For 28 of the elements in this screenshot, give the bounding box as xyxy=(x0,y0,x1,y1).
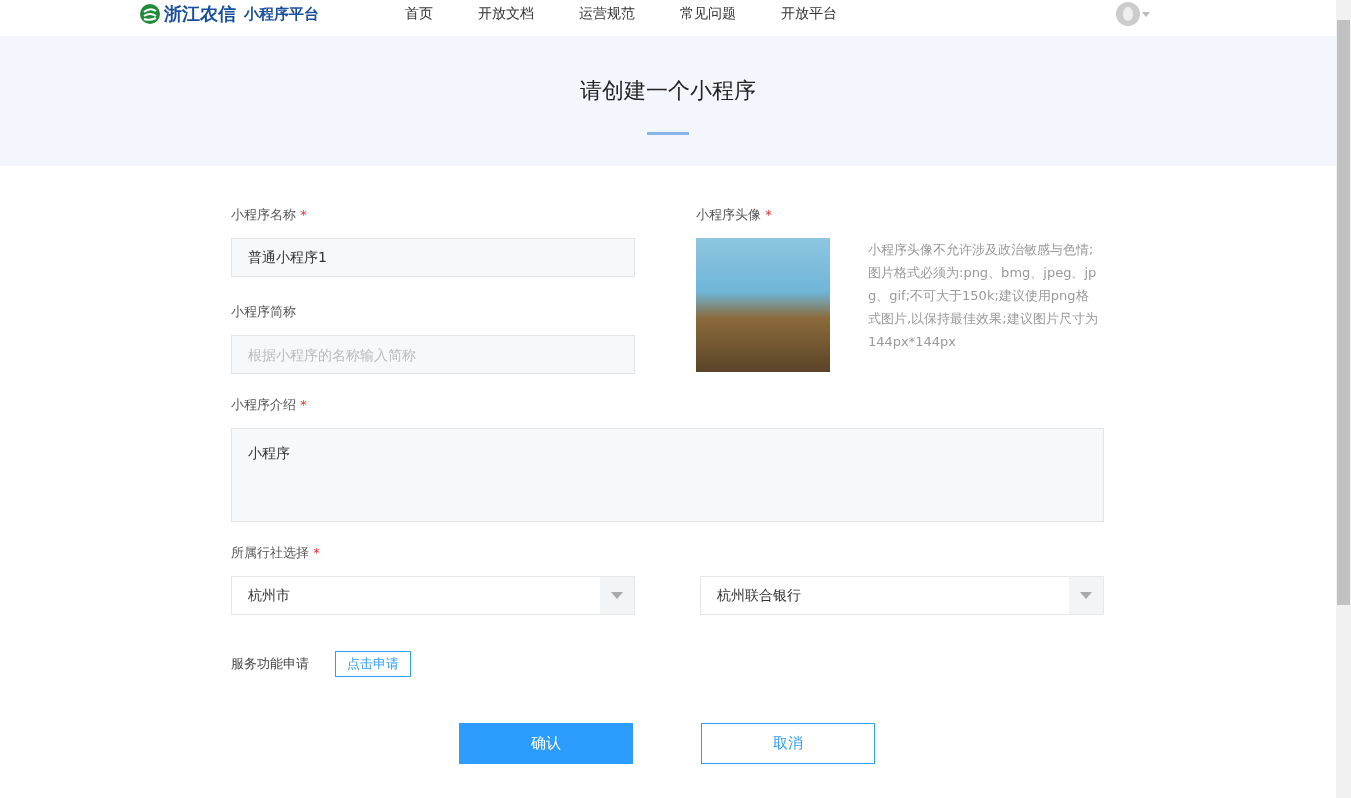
field-label: 小程序名称 * xyxy=(231,206,308,224)
select-field[interactable]: 杭州联合银行 xyxy=(700,576,1104,615)
field-label: 小程序简称 xyxy=(231,303,297,321)
name-input[interactable]: 普通小程序1 xyxy=(231,238,635,277)
nav-link[interactable]: 开放文档 xyxy=(478,5,534,23)
logo-product: 小程序平台 xyxy=(244,4,319,24)
avatar-icon xyxy=(1116,2,1140,26)
user-menu[interactable] xyxy=(1116,2,1150,26)
field-label: 小程序头像 * xyxy=(696,206,773,224)
intro-textarea[interactable]: 小程序 xyxy=(231,428,1104,522)
page-title: 请创建一个小程序 xyxy=(580,77,756,105)
caret-icon xyxy=(611,592,623,599)
avatar-hint: 小程序头像不允许涉及政治敏感与色情;图片格式必须为:png、bmg、jpeg、jpg、gif;不可大于150k;建议使用png格式图片,以保持最佳效果;建议图片尺寸为144px*144px xyxy=(868,241,1098,351)
select-field[interactable]: 杭州市 xyxy=(231,576,635,615)
nav-link[interactable]: 开放平台 xyxy=(781,5,837,23)
scrollbar[interactable] xyxy=(1336,0,1351,798)
nav-link[interactable]: 首页 xyxy=(405,5,433,23)
field-label: 所属行社选择 * xyxy=(231,544,321,562)
photo-placeholder[interactable] xyxy=(696,238,830,372)
logo-icon xyxy=(140,4,160,24)
caret-icon xyxy=(1142,11,1150,17)
nav-link[interactable]: 运营规范 xyxy=(579,5,635,23)
field-label: 服务功能申请 xyxy=(231,655,309,673)
field-label: 小程序介绍 * xyxy=(231,396,308,414)
caret-icon xyxy=(1080,592,1092,599)
short-name-input[interactable]: 根据小程序的名称输入简称 xyxy=(231,335,635,374)
nav-link[interactable]: 常见问题 xyxy=(680,5,736,23)
logo-brand: 浙江农信 xyxy=(164,2,236,26)
